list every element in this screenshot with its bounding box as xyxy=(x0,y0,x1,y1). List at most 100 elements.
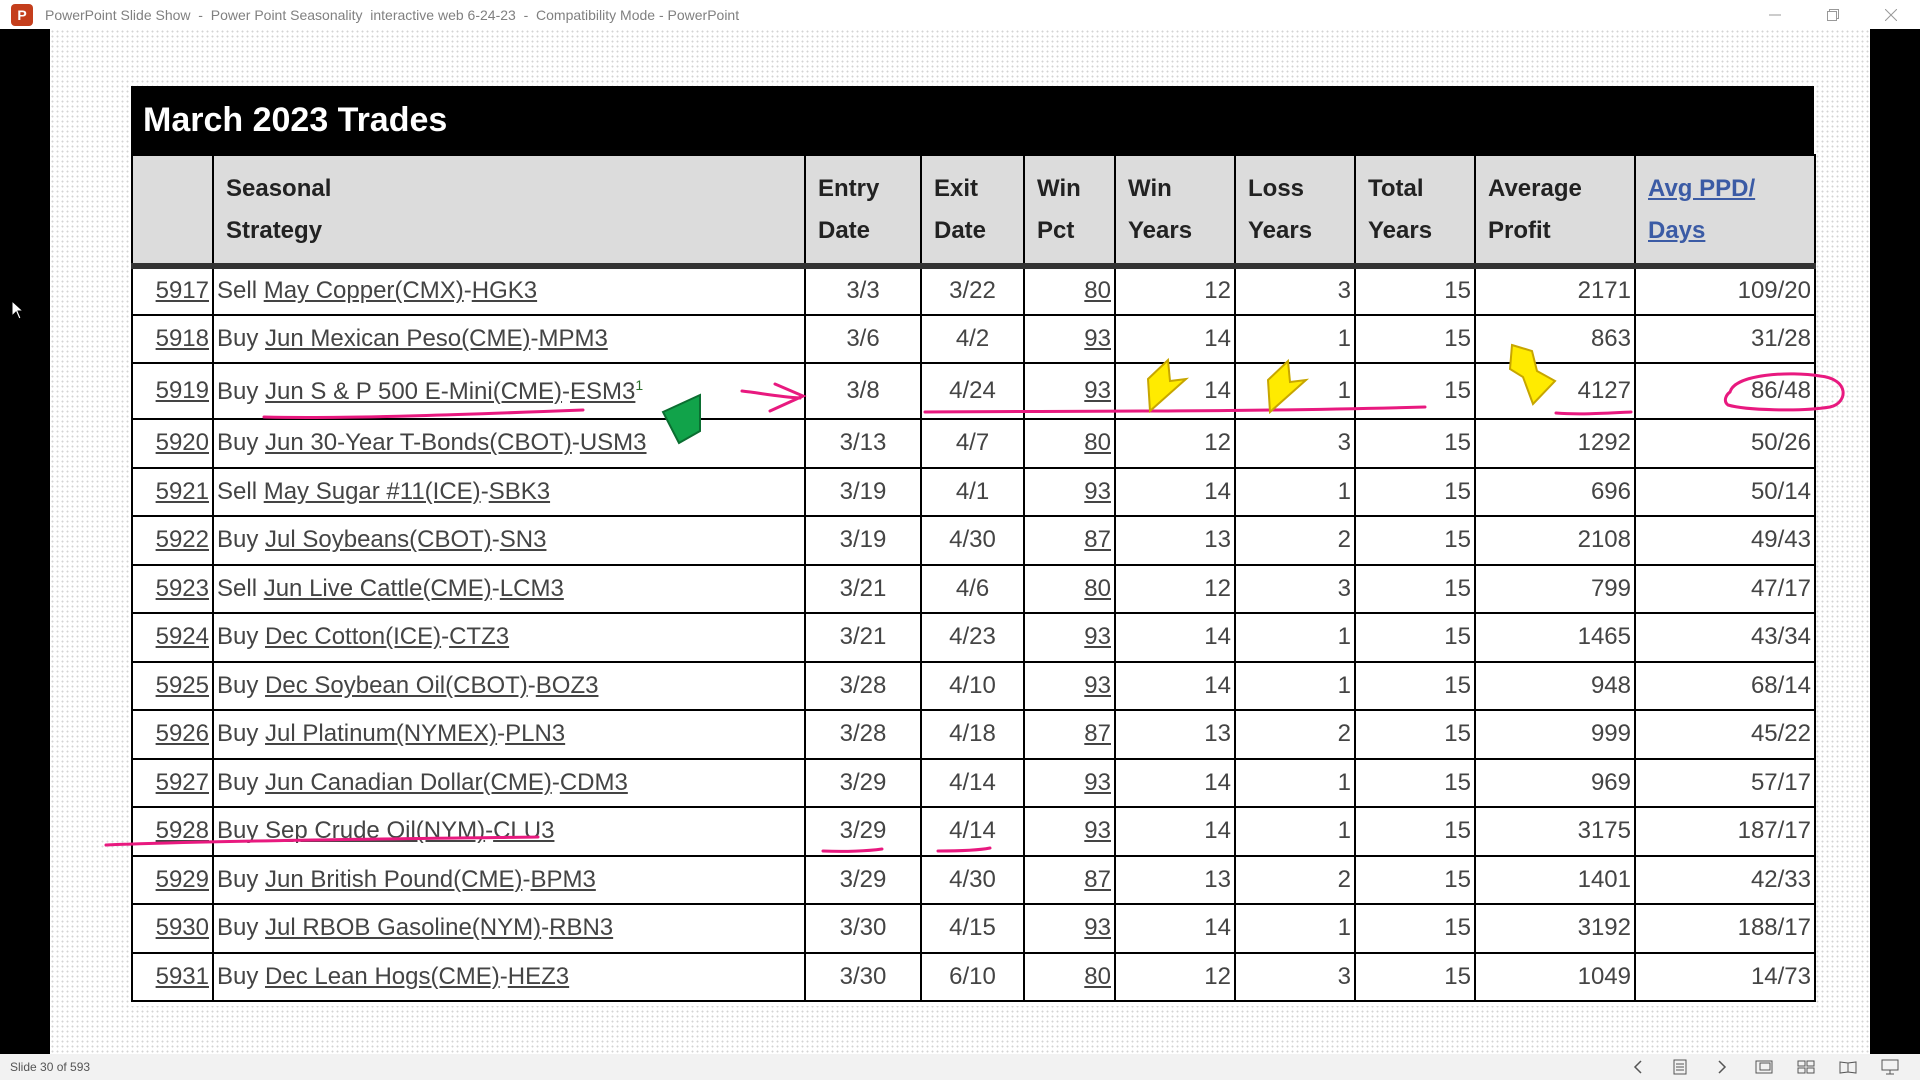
market-link[interactable]: Jul Platinum(NYMEX) xyxy=(265,720,497,747)
restore-button[interactable] xyxy=(1804,0,1862,29)
total-years-cell: 15 xyxy=(1354,710,1476,760)
symbol-link[interactable]: SBK3 xyxy=(489,478,550,505)
market-link[interactable]: Dec Cotton(ICE) xyxy=(265,623,441,650)
trade-id-link[interactable]: 5927 xyxy=(156,769,209,796)
symbol-link[interactable]: CTZ3 xyxy=(449,623,509,650)
normal-view-button[interactable] xyxy=(1744,1054,1784,1080)
win-pct-link[interactable]: 93 xyxy=(1084,377,1111,404)
symbol-link[interactable]: LCM3 xyxy=(500,575,564,602)
win-pct-link[interactable]: 93 xyxy=(1084,672,1111,699)
header-line1: Loss xyxy=(1248,174,1305,202)
next-slide-button[interactable] xyxy=(1702,1054,1742,1080)
win-pct-link[interactable]: 87 xyxy=(1084,866,1111,893)
trade-id-link[interactable]: 5930 xyxy=(156,914,209,941)
entry-date-cell: 3/21 xyxy=(804,564,922,614)
trade-action: Buy xyxy=(217,865,259,893)
trade-action: Buy xyxy=(217,526,259,554)
win-pct-cell: 93 xyxy=(1023,314,1116,364)
slide-menu-button[interactable] xyxy=(1660,1054,1700,1080)
avg-ppd-days-link[interactable]: Avg PPD/Days xyxy=(1648,175,1755,244)
market-link[interactable]: Dec Soybean Oil(CBOT) xyxy=(265,672,528,699)
loss-years-cell: 2 xyxy=(1234,516,1356,566)
market-link[interactable]: Dec Lean Hogs(CME) xyxy=(265,963,500,990)
win-pct-link[interactable]: 93 xyxy=(1084,817,1111,844)
trade-id-link[interactable]: 5925 xyxy=(156,672,209,699)
entry-date-cell: 3/28 xyxy=(804,661,922,711)
trade-id-link[interactable]: 5926 xyxy=(156,720,209,747)
avg-profit-cell: 2171 xyxy=(1474,266,1636,316)
column-header-9[interactable]: Avg PPD/Days xyxy=(1634,155,1815,269)
trade-id-link[interactable]: 5928 xyxy=(156,817,209,844)
trade-id-link[interactable]: 5917 xyxy=(156,277,209,304)
symbol-link[interactable]: USM3 xyxy=(580,429,647,456)
column-header-label: Win Pct xyxy=(1037,175,1081,244)
market-link[interactable]: Jul RBOB Gasoline(NYM) xyxy=(265,914,541,941)
trade-id-link[interactable]: 5920 xyxy=(156,429,209,456)
loss-years-cell: 2 xyxy=(1234,855,1356,905)
trade-id-link[interactable]: 5929 xyxy=(156,866,209,893)
table-row: 5919 Buy Jun S & P 500 E-Mini(CME)-ESM31 3… xyxy=(131,363,1816,420)
slideshow-button[interactable] xyxy=(1870,1054,1910,1080)
avg-profit-cell: 3175 xyxy=(1474,807,1636,857)
win-pct-link[interactable]: 87 xyxy=(1084,526,1111,553)
symbol-link[interactable]: BOZ3 xyxy=(536,672,599,699)
win-pct-link[interactable]: 80 xyxy=(1084,429,1111,456)
symbol-link[interactable]: PLN3 xyxy=(505,720,565,747)
close-button[interactable] xyxy=(1862,0,1920,29)
market-link[interactable]: May Copper(CMX) xyxy=(264,277,464,304)
win-pct-link[interactable]: 93 xyxy=(1084,478,1111,505)
win-pct-link[interactable]: 93 xyxy=(1084,623,1111,650)
trade-id-cell: 5930 xyxy=(131,904,214,954)
symbol-link[interactable]: MPM3 xyxy=(538,325,607,352)
status-bar: Slide 30 of 593 xyxy=(0,1054,1920,1080)
symbol-link[interactable]: HGK3 xyxy=(472,277,537,304)
win-pct-link[interactable]: 93 xyxy=(1084,769,1111,796)
market-link[interactable]: Jun 30-Year T-Bonds(CBOT) xyxy=(265,429,572,456)
win-pct-link[interactable]: 87 xyxy=(1084,720,1111,747)
market-link[interactable]: Sep Crude Oil(NYM) xyxy=(265,817,485,844)
slide-menu-icon xyxy=(1673,1059,1687,1075)
trade-id-link[interactable]: 5919 xyxy=(156,377,209,404)
symbol-link[interactable]: BPM3 xyxy=(530,866,595,893)
win-pct-cell: 80 xyxy=(1023,952,1116,1002)
symbol-link[interactable]: CLU3 xyxy=(493,817,554,844)
trade-id-link[interactable]: 5918 xyxy=(156,325,209,352)
slide-sorter-button[interactable] xyxy=(1786,1054,1826,1080)
win-pct-link[interactable]: 80 xyxy=(1084,575,1111,602)
market-link[interactable]: Jun Live Cattle(CME) xyxy=(264,575,492,602)
trade-action: Buy xyxy=(217,817,259,845)
trade-id-link[interactable]: 5924 xyxy=(156,623,209,650)
column-header-1: Seasonal Strategy xyxy=(212,155,805,269)
window-title: PowerPoint Slide Show - Power Point Seas… xyxy=(45,6,740,23)
market-link[interactable]: Jun Mexican Peso(CME) xyxy=(265,325,530,352)
market-link[interactable]: Jun British Pound(CME) xyxy=(265,866,522,893)
symbol-link[interactable]: HEZ3 xyxy=(508,963,569,990)
loss-years-cell: 3 xyxy=(1234,952,1356,1002)
avg-profit-cell: 1049 xyxy=(1474,952,1636,1002)
market-link[interactable]: Jul Soybeans(CBOT) xyxy=(265,526,492,553)
win-pct-cell: 93 xyxy=(1023,363,1116,420)
win-pct-link[interactable]: 93 xyxy=(1084,914,1111,941)
symbol-link[interactable]: SN3 xyxy=(500,526,547,553)
reading-view-button[interactable] xyxy=(1828,1054,1868,1080)
previous-slide-button[interactable] xyxy=(1618,1054,1658,1080)
exit-date-cell: 4/14 xyxy=(920,807,1025,857)
win-pct-link[interactable]: 80 xyxy=(1084,277,1111,304)
minimize-button[interactable] xyxy=(1746,0,1804,29)
market-link[interactable]: May Sugar #11(ICE) xyxy=(264,478,481,505)
trade-id-cell: 5929 xyxy=(131,855,214,905)
symbol-link[interactable]: RBN3 xyxy=(549,914,613,941)
symbol-link[interactable]: CDM3 xyxy=(560,769,628,796)
trade-id-link[interactable]: 5922 xyxy=(156,526,209,553)
symbol-link[interactable]: ESM3 xyxy=(570,378,635,405)
market-link[interactable]: Jun Canadian Dollar(CME) xyxy=(265,769,552,796)
trade-id-link[interactable]: 5931 xyxy=(156,963,209,990)
loss-years-cell: 1 xyxy=(1234,314,1356,364)
market-link[interactable]: Jun S & P 500 E-Mini(CME) xyxy=(265,378,562,405)
table-row: 5921 Sell May Sugar #11(ICE)-SBK3 3/19 4/1 9… xyxy=(131,467,1816,517)
win-pct-link[interactable]: 93 xyxy=(1084,325,1111,352)
trade-id-link[interactable]: 5923 xyxy=(156,575,209,602)
win-pct-link[interactable]: 80 xyxy=(1084,963,1111,990)
trade-id-link[interactable]: 5921 xyxy=(156,478,209,505)
ppd-days-cell: 188/17 xyxy=(1634,904,1816,954)
